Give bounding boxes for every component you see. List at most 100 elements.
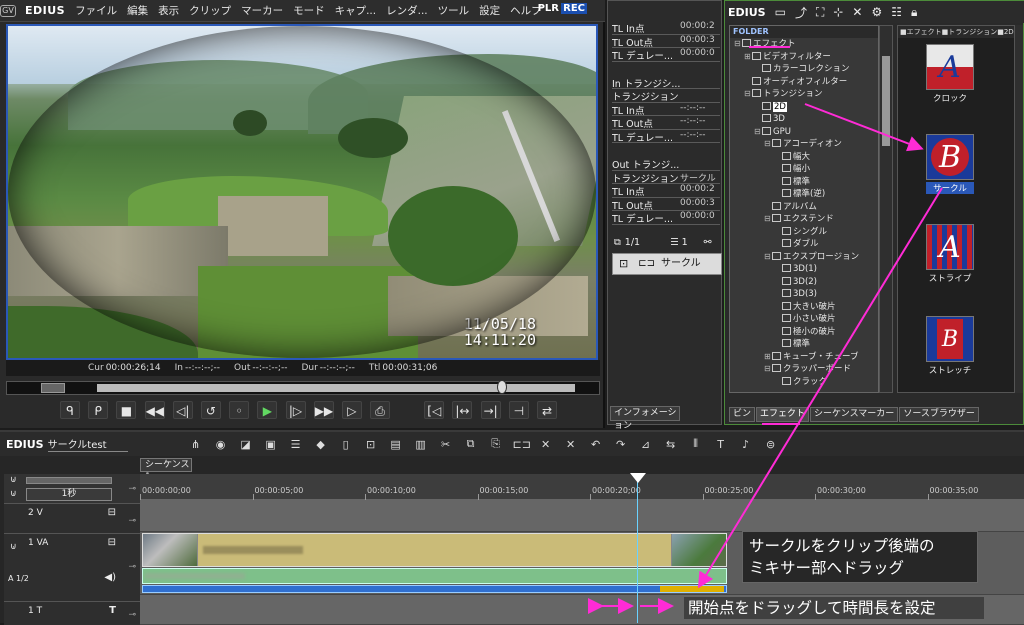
shuttle-button[interactable]: ◦	[229, 401, 250, 419]
menu-tools[interactable]: ツール	[438, 3, 470, 18]
scale-select[interactable]: 1秒	[26, 488, 112, 501]
tree-node[interactable]: シングル	[730, 226, 878, 239]
up-icon[interactable]: ⤴	[795, 4, 807, 21]
transition-marker[interactable]	[660, 586, 724, 592]
menu-capture[interactable]: キャプ...	[335, 3, 377, 18]
toggle-icon[interactable]: ⊍	[10, 475, 17, 485]
tab-bin[interactable]: ビン	[729, 406, 756, 422]
tree-node[interactable]: ⊟ GPU	[730, 126, 878, 139]
tree-node[interactable]: オーディオフィルター	[730, 76, 878, 89]
scrub-bar[interactable]	[6, 380, 600, 395]
paste-insert-icon[interactable]: ⊏⊐	[513, 438, 531, 451]
effect-scrollbar[interactable]	[1015, 25, 1023, 393]
tree-node[interactable]: ダブル	[730, 238, 878, 251]
speaker-icon[interactable]: ◀)	[104, 572, 116, 583]
track-header-1t[interactable]: 1 T T ⊸	[4, 602, 140, 624]
menu-clip[interactable]: クリップ	[189, 3, 231, 18]
tree-node[interactable]: 2D	[730, 101, 878, 114]
step-forward-button[interactable]: |▷	[285, 401, 306, 419]
marker-icon[interactable]: ◆	[313, 438, 329, 451]
menu-settings[interactable]: 設定	[479, 3, 500, 18]
track-link-icon-2[interactable]: ⊸	[128, 562, 136, 572]
track-header-2v[interactable]: 2 V ⊟ ⊸	[4, 504, 140, 534]
effect-circle[interactable]: B サークル	[926, 134, 974, 194]
disk-icon[interactable]: ▥	[413, 438, 429, 451]
tree-node[interactable]: ⊟ クラッパーボード	[730, 363, 878, 376]
collapse-icon[interactable]: ⊍	[10, 542, 17, 552]
track-link-icon[interactable]: ⊸	[128, 516, 136, 526]
menu-mode[interactable]: モード	[293, 3, 325, 18]
folder-icon[interactable]: ▭	[775, 5, 786, 19]
title-track-icon[interactable]: T	[109, 605, 116, 616]
tree-node[interactable]: 大きい破片	[730, 301, 878, 314]
effect-settings-icon[interactable]: ⚙	[871, 5, 882, 19]
collapse-toggle-icon[interactable]: ⊟	[764, 138, 772, 151]
menu-render[interactable]: レンダ...	[386, 3, 428, 18]
zoom-slider[interactable]	[26, 477, 112, 484]
effect-clock[interactable]: A クロック	[926, 44, 974, 104]
playhead-handle[interactable]	[497, 380, 507, 394]
loop-button[interactable]: ↺	[200, 401, 221, 419]
audio-icon[interactable]: ♪	[738, 438, 754, 451]
fast-forward-button[interactable]: ▶▶	[313, 401, 334, 419]
folder-scrollbar[interactable]	[879, 25, 893, 393]
video-clip[interactable]	[142, 533, 727, 567]
tree-node[interactable]: 幅小	[730, 163, 878, 176]
rec-mode-button[interactable]: REC	[561, 3, 587, 14]
tab-information[interactable]: インフォメーション	[610, 406, 680, 431]
menu-edit[interactable]: 編集	[127, 3, 148, 18]
tree-node[interactable]: 幅大	[730, 151, 878, 164]
view-icon[interactable]: ☷	[891, 5, 902, 19]
menu-file[interactable]: ファイル	[75, 3, 117, 18]
mark-in-button[interactable]: ᑫ	[60, 401, 80, 419]
link-icon[interactable]: ⚯	[704, 237, 712, 248]
tree-node[interactable]: 標準	[730, 338, 878, 351]
tree-node[interactable]: ⊟ トランジション	[730, 88, 878, 101]
tree-node[interactable]: 3D(2)	[730, 276, 878, 289]
effect-stripe[interactable]: A ストライプ	[926, 224, 974, 284]
list-icon[interactable]: ☰	[670, 237, 679, 248]
settings-icon[interactable]: ▣	[263, 438, 279, 451]
close-icon[interactable]: ✕	[852, 5, 862, 19]
layer-icon[interactable]: ⧉	[614, 237, 621, 248]
tree-node[interactable]: ⊟ エフェクト	[730, 38, 878, 51]
tab-effect[interactable]: エフェクト	[756, 406, 810, 422]
tree-node[interactable]: アルバム	[730, 201, 878, 214]
tree-node[interactable]: ⊟ アコーディオン	[730, 138, 878, 151]
effect-stretch[interactable]: B ストレッチ	[926, 316, 974, 376]
collapse-toggle-icon[interactable]: ⊟	[764, 363, 772, 376]
split-icon[interactable]: ⫴	[688, 437, 704, 451]
collapse-toggle-icon[interactable]: ⊟	[734, 38, 742, 51]
paste-icon[interactable]: ⎘	[488, 437, 504, 451]
tree-node[interactable]: 3D	[730, 113, 878, 126]
expand-icon[interactable]: ⊍	[10, 489, 17, 499]
sync-icon[interactable]: ⇆	[663, 438, 679, 451]
collapse-toggle-icon[interactable]: ⊟	[764, 213, 772, 226]
export-button[interactable]: ⎙	[370, 401, 391, 419]
shuttle-knob[interactable]	[41, 383, 65, 393]
render-icon[interactable]: ⊜	[763, 438, 779, 451]
delete-icon[interactable]: ✕	[538, 438, 554, 451]
lock-icon[interactable]: 🔒︎	[911, 5, 917, 20]
ripple-delete-icon[interactable]: ✕	[563, 438, 579, 451]
sequence-icon[interactable]: ☰	[288, 438, 304, 451]
collapse-toggle-icon[interactable]: ⊟	[764, 251, 772, 264]
tree-node[interactable]: 標準	[730, 176, 878, 189]
tree-node[interactable]: クラック	[730, 376, 878, 389]
scale-icon[interactable]: ⊸	[128, 484, 136, 494]
expand-toggle-icon[interactable]: ⊞	[764, 351, 772, 364]
menu-view[interactable]: 表示	[158, 3, 179, 18]
applied-effect-item[interactable]: ⊡ ⊏⊐ サークル	[612, 253, 722, 275]
mark-out-button[interactable]: ᑭ	[88, 401, 109, 419]
plr-mode-button[interactable]: PLR	[538, 3, 559, 14]
mixer-area[interactable]	[142, 585, 727, 593]
timeline-cursor[interactable]	[637, 473, 638, 623]
tree-node[interactable]: ⊟ エクステンド	[730, 213, 878, 226]
tab-sequence-marker[interactable]: シーケンスマーカー	[810, 406, 899, 422]
timeline-cursor-head[interactable]	[630, 473, 646, 483]
tree-node[interactable]: ⊞ ビデオフィルター	[730, 51, 878, 64]
collapse-toggle-icon[interactable]: ⊟	[754, 126, 762, 139]
save-icon[interactable]: ◪	[238, 438, 254, 451]
tree-node[interactable]: 3D(3)	[730, 288, 878, 301]
open-icon[interactable]: ◉	[213, 438, 229, 451]
